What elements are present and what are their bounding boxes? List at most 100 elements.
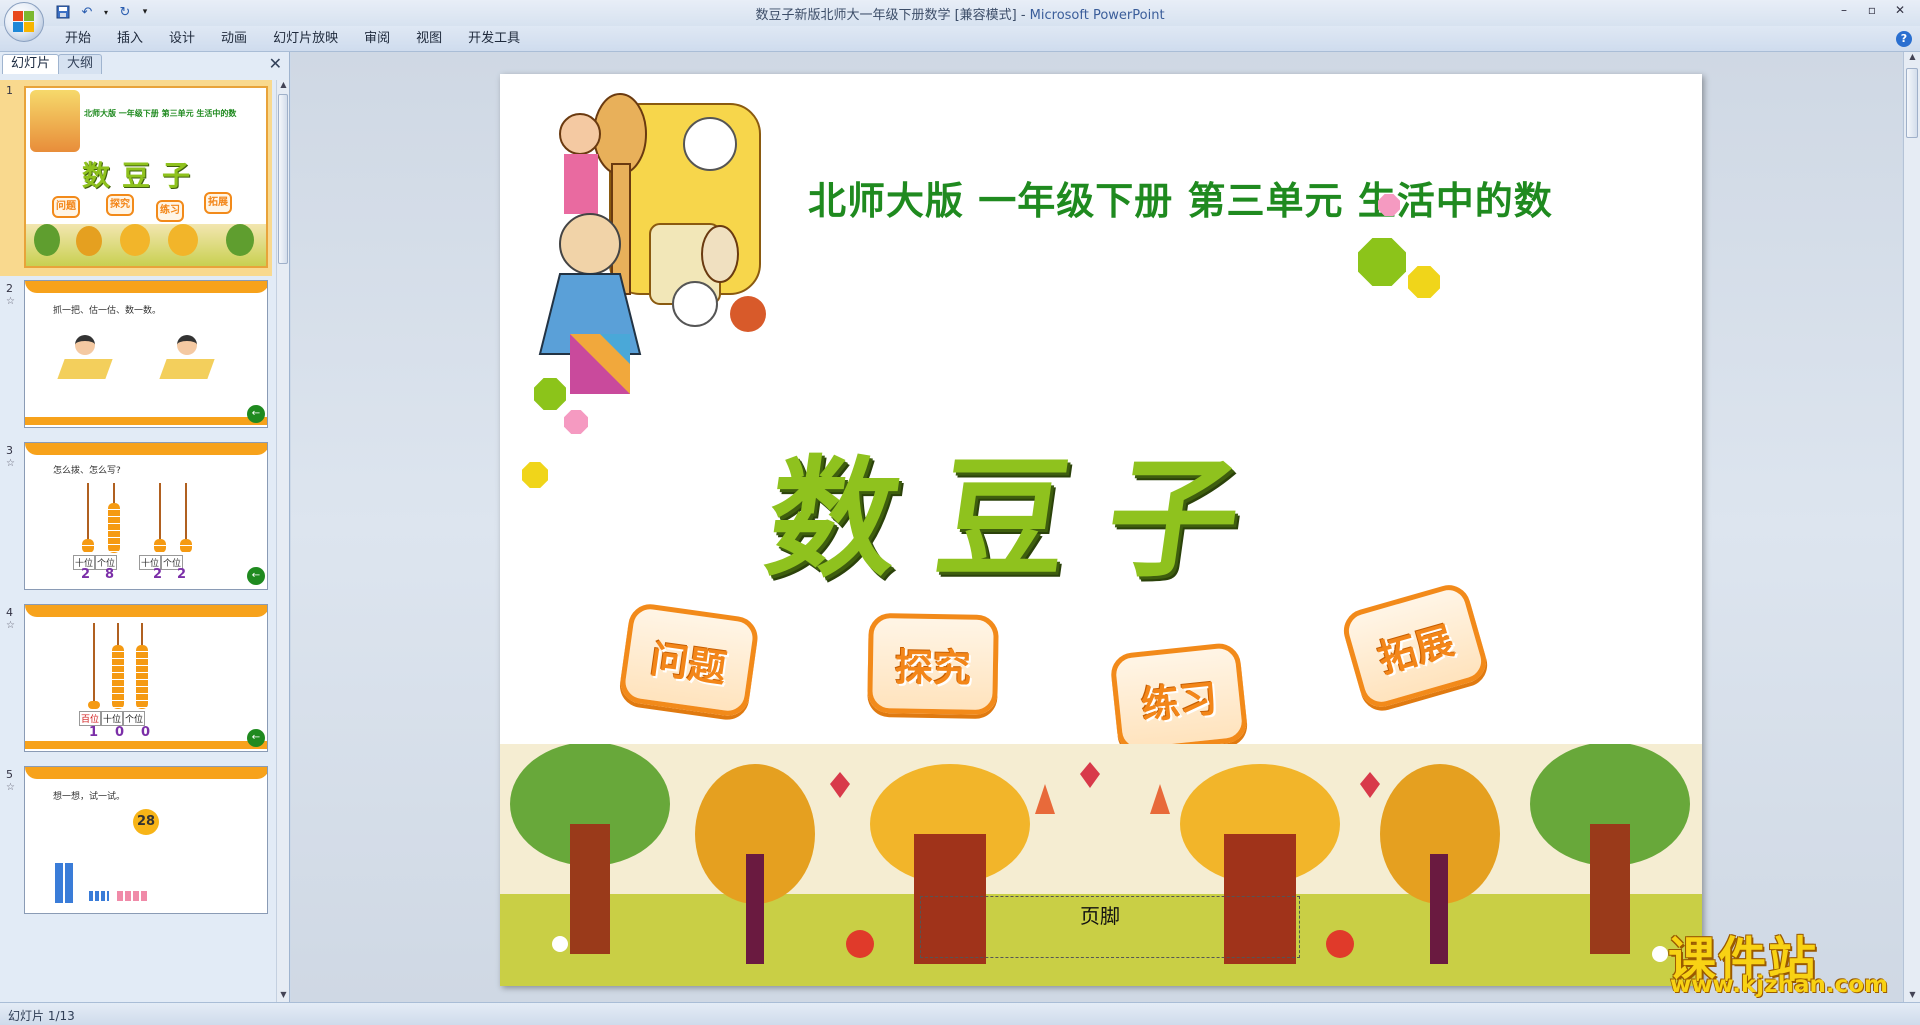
tab-view[interactable]: 视图 bbox=[403, 30, 455, 48]
document-title: 数豆子新版北师大一年级下册数学 [兼容模式] - bbox=[755, 8, 1030, 23]
watermark-url: www.kjzhan.com bbox=[1670, 972, 1888, 998]
thumb-badge: 探究 bbox=[106, 194, 134, 216]
back-arrow-icon: ← bbox=[247, 567, 265, 585]
cartoon-characters-image bbox=[30, 90, 80, 152]
scroll-thumb[interactable] bbox=[1906, 68, 1918, 138]
tab-animations[interactable]: 动画 bbox=[208, 30, 260, 48]
thumb-caption: 北师大版 一年级下册 第三单元 生活中的数 bbox=[84, 109, 237, 118]
tab-home[interactable]: 开始 bbox=[52, 30, 104, 48]
slide-number: 5 bbox=[6, 768, 13, 781]
badge-wenti[interactable]: 问题 bbox=[617, 601, 761, 719]
digit: 1 bbox=[89, 725, 99, 740]
slide-number: 3 bbox=[6, 444, 13, 457]
tab-insert[interactable]: 插入 bbox=[104, 30, 156, 48]
panel-tabs: 幻灯片 大纲 ✕ bbox=[2, 52, 288, 74]
digit: 2 bbox=[81, 567, 91, 582]
minimize-icon[interactable]: – bbox=[1830, 0, 1858, 20]
app-name: Microsoft PowerPoint bbox=[1029, 8, 1165, 23]
slide-number: 4 bbox=[6, 606, 13, 619]
scroll-down-icon[interactable]: ▼ bbox=[278, 990, 289, 1002]
thumb-caption: 想一想，试一试。 bbox=[53, 792, 126, 802]
decor-octagon bbox=[522, 462, 548, 488]
slide-number: 1 bbox=[6, 84, 13, 97]
place-value-labels: 百位 十位 个位 bbox=[79, 711, 146, 726]
editor-scrollbar[interactable]: ▲ ▼ bbox=[1903, 52, 1920, 1002]
slide-thumbnail-2[interactable]: 2 ☆ 抓一把、估一估、数一数。 ← bbox=[0, 278, 272, 438]
back-arrow-icon: ← bbox=[247, 729, 265, 747]
place-label: 个位 bbox=[123, 711, 146, 726]
scroll-up-icon[interactable]: ▲ bbox=[278, 80, 289, 92]
thumb-badge: 练习 bbox=[156, 200, 184, 222]
thumb-title: 数豆子 bbox=[82, 159, 203, 192]
place-digits: 2 8 2 2 bbox=[81, 567, 201, 582]
child-figure-image bbox=[159, 335, 215, 383]
abacus-image bbox=[87, 623, 187, 709]
place-label: 十位 bbox=[101, 711, 124, 726]
digit: 0 bbox=[141, 725, 151, 740]
watermark-logo: 课件站 www.kjzhan.com bbox=[1668, 920, 1918, 1000]
digit: 0 bbox=[115, 725, 125, 740]
tab-slideshow[interactable]: 幻灯片放映 bbox=[260, 30, 351, 48]
slides-panel: 幻灯片 大纲 ✕ 1 北师大版 一年级下册 第三单元 生活中的数 数豆子 问题 … bbox=[0, 52, 290, 1002]
title-bar: ↶ ▾ ↻ ▾ 数豆子新版北师大一年级下册数学 [兼容模式] - Microso… bbox=[0, 0, 1920, 42]
status-bar: 幻灯片 1/13 bbox=[0, 1002, 1920, 1025]
thumb-forest-image bbox=[26, 224, 266, 266]
tab-design[interactable]: 设计 bbox=[156, 30, 208, 48]
slide-thumbnail-3[interactable]: 3 ☆ 怎么拨、怎么写? 十位 个位 十位 个位 2 8 2 2 ← bbox=[0, 440, 272, 600]
slide-thumbnail-5[interactable]: 5 ☆ 想一想，试一试。 28 bbox=[0, 764, 272, 924]
decor-octagon bbox=[1358, 238, 1406, 286]
slide-thumbnail-1[interactable]: 1 北师大版 一年级下册 第三单元 生活中的数 数豆子 问题 探究 练习 拓展 bbox=[0, 80, 272, 276]
thumb-badge: 问题 bbox=[52, 196, 80, 218]
scroll-thumb[interactable] bbox=[278, 94, 288, 264]
thumbnail-list: 1 北师大版 一年级下册 第三单元 生活中的数 数豆子 问题 探究 练习 拓展 bbox=[0, 80, 272, 1002]
help-icon[interactable]: ? bbox=[1896, 31, 1912, 47]
digit: 2 bbox=[153, 567, 163, 582]
badge-tanjiu[interactable]: 探究 bbox=[867, 612, 999, 716]
badge-lianxi[interactable]: 练习 bbox=[1109, 641, 1249, 755]
slide-subtitle[interactable]: 北师大版 一年级下册 第三单元 生活中的数 bbox=[808, 170, 1553, 225]
window-title: 数豆子新版北师大一年级下册数学 [兼容模式] - Microsoft Power… bbox=[0, 4, 1920, 23]
place-label: 百位 bbox=[79, 711, 102, 726]
thumbnail-preview: 抓一把、估一估、数一数。 ← bbox=[24, 280, 268, 428]
close-icon[interactable]: ✕ bbox=[1886, 0, 1914, 20]
place-digits: 1 0 0 bbox=[89, 725, 167, 740]
scroll-up-icon[interactable]: ▲ bbox=[1907, 52, 1918, 64]
badge-tuozhan[interactable]: 拓展 bbox=[1338, 580, 1492, 712]
tab-slides[interactable]: 幻灯片 bbox=[2, 54, 60, 74]
office-button[interactable] bbox=[4, 2, 44, 42]
animation-star-icon: ☆ bbox=[6, 296, 15, 307]
decor-octagon bbox=[1408, 266, 1440, 298]
thumbnail-scrollbar[interactable]: ▲ ▼ bbox=[276, 80, 289, 1002]
thumbnail-preview: 百位 十位 个位 1 0 0 ← bbox=[24, 604, 268, 752]
animation-star-icon: ☆ bbox=[6, 620, 15, 631]
decor-octagon bbox=[1378, 194, 1400, 216]
slide-title[interactable]: 数豆子 bbox=[757, 414, 1293, 602]
thumb-caption: 抓一把、估一估、数一数。 bbox=[53, 306, 162, 316]
digit: 8 bbox=[105, 567, 115, 582]
office-logo-icon bbox=[13, 11, 35, 33]
thumb-caption: 怎么拨、怎么写? bbox=[53, 466, 121, 476]
footer-placeholder-label: 页脚 bbox=[1080, 904, 1120, 928]
current-slide[interactable]: 北师大版 一年级下册 第三单元 生活中的数 数豆子 问题 探究 练习 拓展 页脚 bbox=[500, 74, 1702, 986]
tab-developer[interactable]: 开发工具 bbox=[455, 30, 533, 48]
slide-thumbnail-4[interactable]: 4 ☆ 百位 十位 个位 1 0 0 ← bbox=[0, 602, 272, 762]
tab-review[interactable]: 审阅 bbox=[351, 30, 403, 48]
maximize-icon[interactable]: ▫ bbox=[1858, 0, 1886, 20]
slide-number: 2 bbox=[6, 282, 13, 295]
abacus-image bbox=[75, 483, 192, 553]
animation-star-icon: ☆ bbox=[6, 458, 15, 469]
window-controls: – ▫ ✕ bbox=[1830, 0, 1914, 20]
number-circle: 28 bbox=[133, 809, 159, 835]
digit: 2 bbox=[177, 567, 187, 582]
child-figure-image bbox=[57, 335, 113, 383]
close-icon[interactable]: ✕ bbox=[269, 54, 282, 73]
thumbnail-preview: 北师大版 一年级下册 第三单元 生活中的数 数豆子 问题 探究 练习 拓展 bbox=[24, 86, 268, 268]
cartoon-characters-image bbox=[538, 93, 766, 394]
thumbnail-preview: 想一想，试一试。 28 bbox=[24, 766, 268, 914]
decor-octagon bbox=[564, 410, 588, 434]
thumbnail-preview: 怎么拨、怎么写? 十位 个位 十位 个位 2 8 2 2 ← bbox=[24, 442, 268, 590]
ribbon-tabs: 开始 插入 设计 动画 幻灯片放映 审阅 视图 开发工具 bbox=[52, 30, 533, 48]
slide-editor: 北师大版 一年级下册 第三单元 生活中的数 数豆子 问题 探究 练习 拓展 页脚 bbox=[291, 52, 1902, 1002]
thumb-badge: 拓展 bbox=[204, 192, 232, 214]
tab-outline[interactable]: 大纲 bbox=[58, 54, 103, 74]
